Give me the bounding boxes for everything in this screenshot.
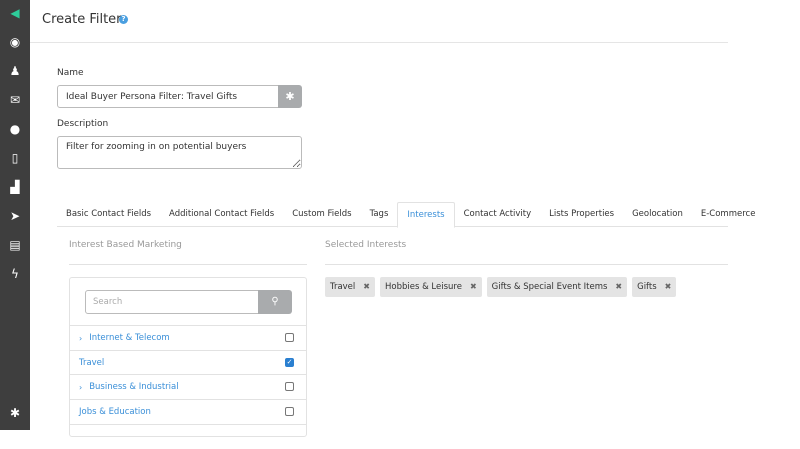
interest-label: Travel — [79, 358, 105, 368]
filter-tabs: Basic Contact Fields Additional Contact … — [57, 202, 755, 228]
page-header: Create Filter ? — [30, 0, 728, 43]
chip-label: Travel — [330, 282, 356, 292]
interests-panel: ⚲ › Internet & Telecom Travel ✓ › Busine… — [69, 277, 307, 437]
chip-travel: Travel ✖ — [325, 277, 375, 297]
chip-label: Gifts & Special Event Items — [491, 282, 608, 292]
sidebar: ◀ ◉ ♟ ✉ ● ▯ ▟ ➤ ▤ ϟ ✱ — [0, 0, 30, 430]
interests-title: Interest Based Marketing — [69, 240, 182, 250]
interest-checkbox[interactable] — [285, 333, 294, 342]
tab-contact-activity[interactable]: Contact Activity — [455, 202, 541, 226]
lightning-icon[interactable]: ϟ — [0, 263, 30, 285]
settings-gear-icon[interactable]: ✱ — [0, 402, 30, 424]
microphone-icon[interactable]: ● — [0, 118, 30, 140]
remove-icon[interactable]: ✖ — [363, 282, 370, 291]
description-label: Description — [57, 119, 109, 129]
sitemap-icon[interactable]: ▟ — [0, 176, 30, 198]
divider — [325, 264, 728, 265]
interest-item-jobs-education[interactable]: Jobs & Education — [70, 399, 306, 424]
chip-label: Hobbies & Leisure — [384, 282, 462, 292]
interest-item-business-industrial[interactable]: › Business & Industrial — [70, 374, 306, 399]
selected-interests-chips: Travel ✖ Hobbies & Leisure ✖ Gifts & Speci… — [325, 277, 677, 297]
tab-e-commerce[interactable]: E-Commerce — [692, 202, 765, 226]
tab-additional-contact-fields[interactable]: Additional Contact Fields — [160, 202, 283, 226]
description-textarea[interactable]: Filter for zooming in on potential buyer… — [57, 136, 302, 169]
dashboard-icon[interactable]: ◉ — [0, 31, 30, 53]
tab-interests[interactable]: Interests — [397, 202, 455, 228]
send-icon[interactable]: ➤ — [0, 205, 30, 227]
interest-checkbox-checked[interactable]: ✓ — [285, 358, 294, 367]
selected-interests-title: Selected Interests — [325, 240, 407, 250]
mail-icon[interactable]: ✉ — [0, 89, 30, 111]
interest-checkbox[interactable] — [285, 407, 294, 416]
interest-label: Jobs & Education — [79, 407, 151, 417]
report-icon[interactable]: ▤ — [0, 234, 30, 256]
tab-geolocation[interactable]: Geolocation — [623, 202, 692, 226]
chip-label: Gifts — [637, 282, 657, 292]
name-label: Name — [57, 68, 84, 78]
interest-label: Internet & Telecom — [89, 333, 170, 343]
mobile-icon[interactable]: ▯ — [0, 147, 30, 169]
contacts-icon[interactable]: ♟ — [0, 60, 30, 82]
name-input[interactable] — [57, 85, 279, 108]
chip-hobbies-leisure: Hobbies & Leisure ✖ — [379, 277, 482, 297]
divider — [69, 264, 307, 265]
tab-tags[interactable]: Tags — [361, 202, 398, 226]
name-required-button[interactable]: ✱ — [278, 85, 302, 108]
tab-basic-contact-fields[interactable]: Basic Contact Fields — [57, 202, 160, 226]
tab-custom-fields[interactable]: Custom Fields — [283, 202, 360, 226]
megaphone-icon[interactable]: ◀ — [0, 2, 30, 24]
chevron-right-icon[interactable]: › — [79, 383, 82, 392]
interest-search-input[interactable] — [85, 290, 259, 314]
interest-label: Business & Industrial — [89, 382, 179, 392]
chip-gifts: Gifts ✖ — [632, 277, 677, 297]
tab-lists-properties[interactable]: Lists Properties — [540, 202, 623, 226]
chip-gifts-special-event-items: Gifts & Special Event Items ✖ — [486, 277, 628, 297]
chevron-right-icon[interactable]: › — [79, 334, 82, 343]
interest-item-travel[interactable]: Travel ✓ — [70, 350, 306, 375]
interest-item-internet-telecom[interactable]: › Internet & Telecom — [70, 325, 306, 350]
remove-icon[interactable]: ✖ — [615, 282, 622, 291]
remove-icon[interactable]: ✖ — [470, 282, 477, 291]
help-icon[interactable]: ? — [119, 15, 128, 24]
page-title: Create Filter — [42, 12, 122, 27]
search-button[interactable]: ⚲ — [258, 290, 292, 314]
remove-icon[interactable]: ✖ — [665, 282, 672, 291]
interest-checkbox[interactable] — [285, 382, 294, 391]
interest-item[interactable] — [70, 424, 306, 449]
